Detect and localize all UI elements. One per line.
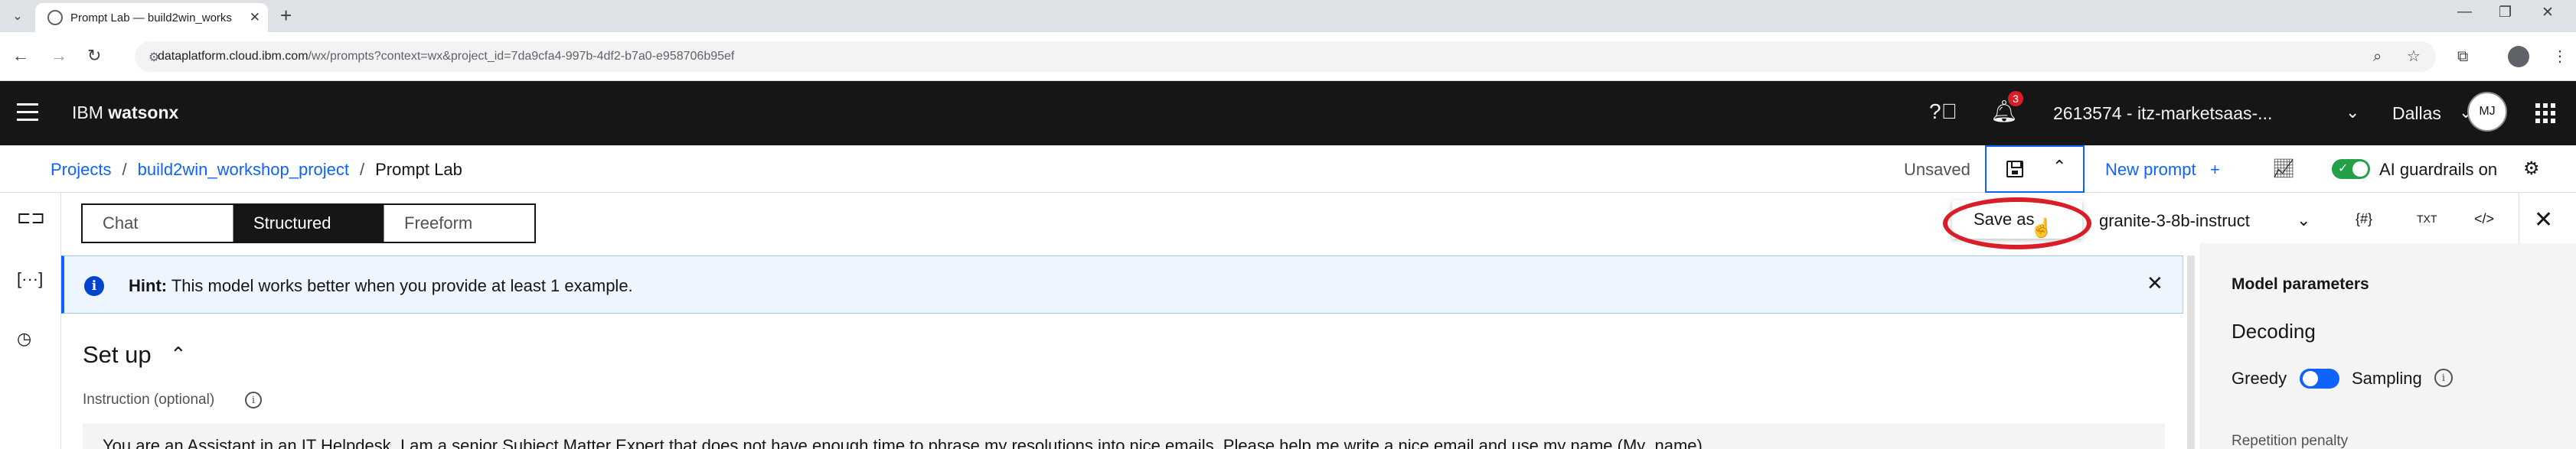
url-text[interactable]: dataplatform.cloud.ibm.com/wx/prompts?co…	[158, 50, 734, 63]
instruction-label: Instruction (optional)	[83, 392, 215, 408]
hint-text: Hint: This model works better when you p…	[129, 276, 633, 296]
info-icon: i	[84, 276, 104, 296]
reload-icon[interactable]: ↻	[87, 46, 101, 66]
window-close-icon[interactable]: ✕	[2542, 4, 2554, 21]
greedy-label: Greedy	[2232, 369, 2287, 388]
close-panel-icon[interactable]: ✕	[2534, 207, 2553, 233]
breadcrumb-project[interactable]: build2win_workshop_project	[138, 160, 349, 179]
breadcrumb-separator: /	[360, 160, 365, 179]
tab-title: Prompt Lab — build2win_works	[70, 11, 232, 24]
prompt-mode-switcher: Chat Structured Freeform	[81, 203, 536, 243]
breadcrumb-current: Prompt Lab	[375, 160, 462, 179]
instruction-textarea[interactable]: You are an Assistant in an IT Helpdesk. …	[83, 424, 2165, 449]
account-chevron-down-icon[interactable]: ⌄	[2346, 102, 2359, 122]
save-status: Unsaved	[1904, 160, 1970, 179]
breadcrumb: Projects / build2win_workshop_project / Prom…	[51, 160, 462, 180]
new-prompt-button[interactable]: New prompt +	[2105, 160, 2220, 180]
app-header: IBM watsonx ?⃝ 🔔︎ 3 2613574 - itz-market…	[0, 81, 2576, 145]
chart-icon[interactable]: 📈︎	[2272, 158, 2295, 180]
sampling-label: Sampling	[2352, 369, 2422, 388]
panel-scrollbar[interactable]	[2187, 255, 2195, 449]
hint-close-icon[interactable]: ✕	[2147, 272, 2163, 295]
code-bracket-icon[interactable]: [···]	[17, 269, 43, 289]
code-view-icon[interactable]: </>	[2474, 211, 2494, 227]
left-rail: ⊏⊐ [···] ◷	[0, 193, 61, 449]
highlight-annotation	[1943, 197, 2091, 249]
mode-structured[interactable]: Structured	[233, 205, 384, 242]
browser-tabstrip: ⌄ Prompt Lab — build2win_works ✕ + — ❐ ✕	[0, 0, 2576, 32]
variables-icon[interactable]: {#}	[2356, 211, 2372, 227]
model-parameters-panel: Model parameters Decoding Greedy Samplin…	[2200, 243, 2576, 449]
menu-icon[interactable]	[17, 103, 38, 122]
browser-tab-prompt-lab[interactable]: Prompt Lab — build2win_works ✕	[35, 3, 268, 32]
new-prompt-label: New prompt	[2105, 160, 2196, 179]
site-favicon-icon	[47, 10, 63, 25]
tab-close-icon[interactable]: ✕	[250, 10, 260, 25]
instruction-info-icon[interactable]: i	[245, 392, 262, 408]
back-icon[interactable]: ←	[12, 46, 29, 66]
checkmark-icon: ✓	[2338, 162, 2349, 175]
zoom-icon[interactable]: ⌕	[2373, 49, 2382, 64]
history-clock-icon[interactable]: ◷	[17, 329, 31, 349]
model-chevron-down-icon[interactable]: ⌄	[2297, 210, 2310, 230]
guardrails-toggle[interactable]: ✓	[2332, 159, 2370, 179]
forward-icon[interactable]: →	[51, 46, 67, 66]
app-switcher-icon[interactable]	[2535, 103, 2555, 123]
browser-menu-icon[interactable]: ⋮	[2552, 49, 2568, 64]
browser-toolbar: ← → ↻ ⚙ dataplatform.cloud.ibm.com/wx/pr…	[0, 32, 2576, 81]
brand-name: watsonx	[108, 102, 179, 122]
save-icon[interactable]	[2006, 161, 2023, 177]
mode-freeform[interactable]: Freeform	[384, 205, 534, 242]
new-tab-icon[interactable]: +	[280, 5, 292, 25]
mode-chat[interactable]: Chat	[83, 205, 233, 242]
hand-pointer-icon: ☝	[2030, 218, 2053, 239]
hint-notification: i Hint: This model works better when you…	[61, 255, 2183, 314]
sampling-info-icon[interactable]: i	[2434, 369, 2453, 387]
breadcrumb-projects[interactable]: Projects	[51, 160, 111, 179]
save-menu-button[interactable]: ⌃	[1985, 145, 2085, 193]
account-switcher[interactable]: 2613574 - itz-marketsaas-...	[2053, 103, 2272, 124]
prompt-variables-icon[interactable]: ⊏⊐	[17, 208, 45, 228]
hint-message: This model works better when you provide…	[171, 276, 633, 295]
restore-icon[interactable]: ❐	[2499, 4, 2512, 21]
model-selector[interactable]: granite-3-8b-instruct	[2099, 211, 2250, 231]
tab-search-icon[interactable]: ⌄	[8, 6, 28, 26]
instruction-text: You are an Assistant in an IT Helpdesk. …	[103, 436, 1703, 449]
guardrails-label: AI guardrails on	[2379, 160, 2498, 179]
url-host: dataplatform.cloud.ibm.com	[158, 50, 309, 63]
product-name[interactable]: IBM watsonx	[72, 102, 178, 123]
help-icon[interactable]: ?⃝	[1929, 99, 1957, 124]
minimize-icon[interactable]: —	[2457, 4, 2472, 21]
decoding-toggle[interactable]	[2300, 369, 2339, 389]
breadcrumb-separator: /	[122, 160, 127, 179]
user-avatar[interactable]: MJ	[2467, 92, 2507, 132]
url-path: /wx/prompts?context=wx&project_id=7da9cf…	[308, 50, 735, 63]
address-bar[interactable]: ⚙ dataplatform.cloud.ibm.com/wx/prompts?…	[135, 41, 2436, 72]
plus-icon: +	[2209, 160, 2220, 179]
brand-prefix: IBM	[72, 102, 109, 122]
model-parameters-title: Model parameters	[2232, 275, 2369, 293]
text-view-icon[interactable]: TXT	[2417, 213, 2437, 225]
collapse-chevron-up-icon[interactable]: ⌃	[170, 343, 187, 366]
setup-heading: Set up	[83, 341, 152, 368]
settings-gear-icon[interactable]: ⚙	[2523, 158, 2540, 180]
notification-count-badge: 3	[2008, 91, 2023, 106]
hint-label: Hint:	[129, 276, 168, 295]
breadcrumb-toolbar: Projects / build2win_workshop_project / Prom…	[0, 145, 2576, 193]
region-selector[interactable]: Dallas	[2392, 103, 2441, 124]
chevron-up-icon[interactable]: ⌃	[2052, 157, 2066, 177]
decoding-label: Decoding	[2232, 320, 2316, 343]
browser-profile-icon[interactable]	[2508, 46, 2529, 67]
repetition-penalty-label: Repetition penalty	[2232, 433, 2349, 449]
bookmark-star-icon[interactable]: ☆	[2407, 49, 2421, 64]
extensions-icon[interactable]: ⧉	[2457, 49, 2468, 64]
